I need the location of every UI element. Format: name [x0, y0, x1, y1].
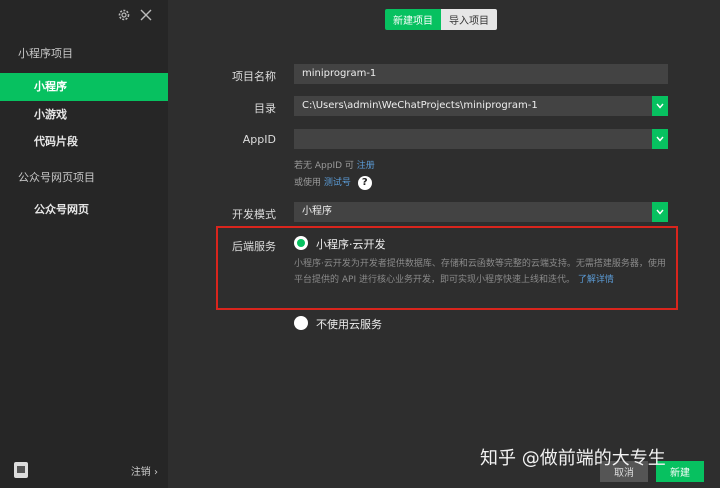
- dev-mode-label: 开发模式: [232, 208, 276, 221]
- close-icon[interactable]: [139, 8, 153, 22]
- sidebar-item-code-snippet[interactable]: 代码片段: [0, 128, 168, 156]
- cloud-option-label[interactable]: 小程序·云开发: [316, 236, 386, 252]
- project-name-input[interactable]: miniprogram-1: [294, 64, 668, 84]
- no-cloud-option-label[interactable]: 不使用云服务: [316, 316, 382, 332]
- watermark: 知乎 @做前端的大专生: [480, 448, 666, 469]
- test-account-hint: 或使用 测试号 ?: [294, 175, 372, 190]
- logout-label: 注销: [130, 466, 151, 478]
- test-hint-text: 或使用: [294, 178, 322, 188]
- sidebar-item-miniprogram[interactable]: 小程序: [0, 73, 168, 101]
- sidebar-item-official-account-web[interactable]: 公众号网页: [0, 196, 168, 224]
- sidebar-item-minigame[interactable]: 小游戏: [0, 101, 168, 129]
- sidebar-footer: 注销 ›: [14, 462, 158, 478]
- directory-field[interactable]: C:\Users\admin\WeChatProjects\miniprogra…: [294, 96, 668, 116]
- dev-mode-value: 小程序: [302, 206, 332, 217]
- appid-hint-text: 若无 AppID 可: [294, 161, 354, 171]
- learn-more-link[interactable]: 了解详情: [578, 275, 614, 285]
- cloud-description: 小程序·云开发为开发者提供数据库、存储和云函数等完整的云端支持。无需搭建服务器，…: [294, 256, 672, 288]
- project-tabs: 新建项目 导入项目: [385, 9, 497, 30]
- project-name-label: 项目名称: [232, 70, 276, 83]
- sidebar-top-icons: [117, 8, 153, 22]
- cloud-radio[interactable]: [294, 236, 308, 250]
- backend-service-label: 后端服务: [232, 240, 276, 253]
- chevron-down-icon[interactable]: [652, 96, 668, 116]
- sidebar: 小程序项目 小程序 小游戏 代码片段 公众号网页项目 公众号网页 注销 ›: [0, 0, 168, 488]
- register-link[interactable]: 注册: [357, 161, 375, 171]
- chevron-right-icon: ›: [154, 466, 158, 478]
- gear-icon[interactable]: [117, 8, 131, 22]
- no-cloud-radio[interactable]: [294, 316, 308, 330]
- chevron-down-icon[interactable]: [652, 129, 668, 149]
- dev-mode-select[interactable]: 小程序: [294, 202, 668, 222]
- appid-field[interactable]: [294, 129, 668, 149]
- logout-button[interactable]: 注销 ›: [131, 463, 158, 478]
- directory-label: 目录: [254, 102, 276, 115]
- chevron-down-icon[interactable]: [652, 202, 668, 222]
- avatar[interactable]: [14, 462, 28, 478]
- section-official-account-projects: 公众号网页项目: [18, 171, 95, 184]
- appid-label: AppID: [242, 133, 276, 146]
- test-account-link[interactable]: 测试号: [324, 178, 351, 188]
- tab-import-project[interactable]: 导入项目: [441, 9, 497, 30]
- main-panel: 新建项目 导入项目 项目名称 miniprogram-1 目录 C:\Users…: [168, 0, 720, 488]
- directory-value: C:\Users\admin\WeChatProjects\miniprogra…: [302, 100, 538, 111]
- help-icon[interactable]: ?: [357, 175, 372, 190]
- section-miniprogram-projects: 小程序项目: [18, 47, 73, 60]
- tab-new-project[interactable]: 新建项目: [385, 9, 441, 30]
- appid-register-hint: 若无 AppID 可 注册: [294, 158, 375, 171]
